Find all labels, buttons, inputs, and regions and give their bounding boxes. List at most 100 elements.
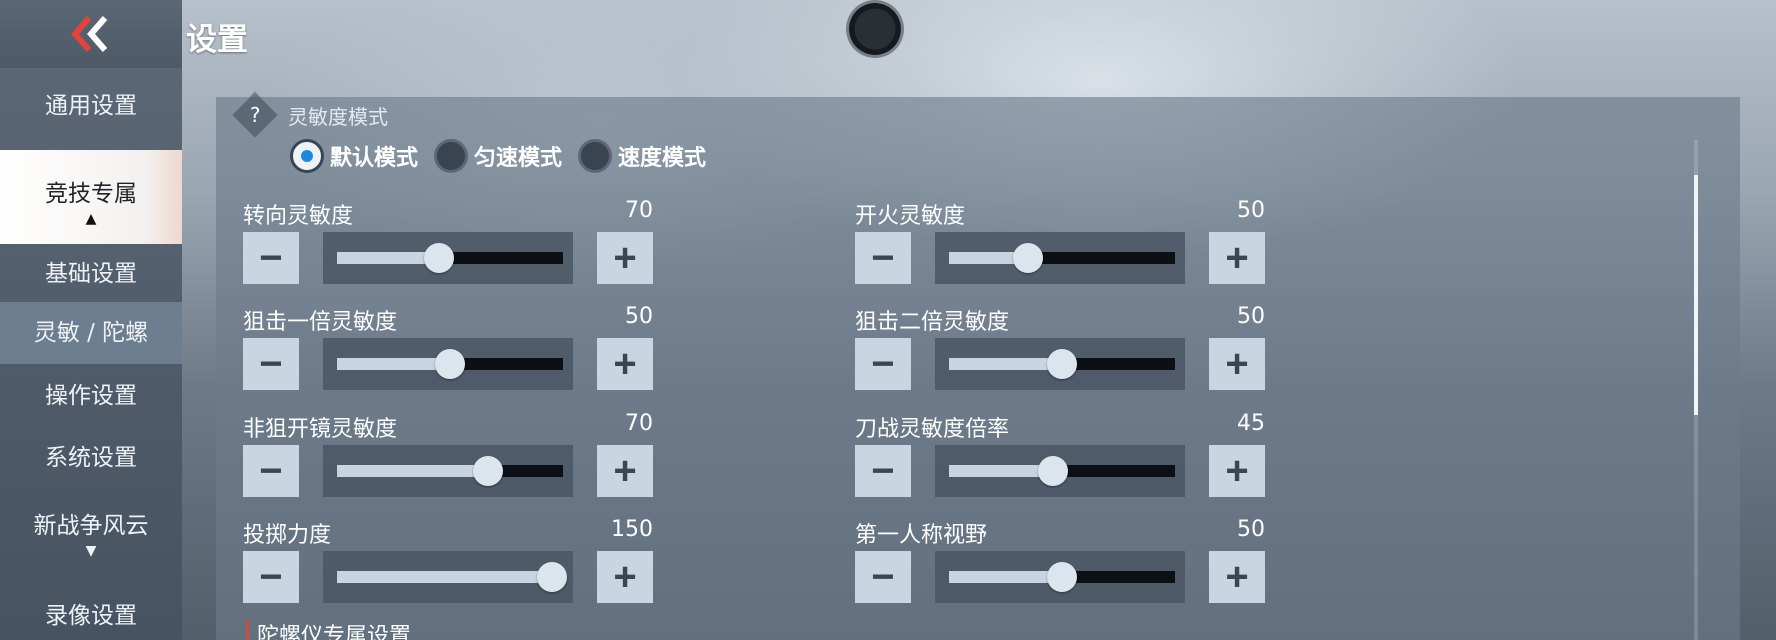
setting-throw-force: 投掷力度 150 − + bbox=[243, 517, 653, 603]
slider[interactable] bbox=[323, 551, 573, 603]
double-chevron-left-icon bbox=[71, 16, 108, 52]
radio-empty-icon bbox=[578, 139, 613, 173]
sidebar-item-label: 灵敏 / 陀螺 bbox=[33, 320, 149, 346]
sidebar-item-label: 竞技专属 bbox=[45, 181, 137, 207]
slider-thumb[interactable] bbox=[473, 456, 504, 486]
scrollbar[interactable] bbox=[1694, 140, 1698, 640]
setting-value: 70 bbox=[625, 411, 653, 436]
sensitivity-mode-title: 灵敏度模式 bbox=[288, 104, 388, 129]
decrease-button[interactable]: − bbox=[855, 338, 911, 390]
help-icon[interactable]: ? bbox=[230, 90, 280, 140]
sidebar-item-competitive[interactable]: 竞技专属 ▲ bbox=[0, 150, 182, 244]
increase-button[interactable]: + bbox=[1209, 551, 1265, 603]
slider[interactable] bbox=[323, 232, 573, 284]
setting-label: 刀战灵敏度倍率 bbox=[855, 417, 1010, 442]
sidebar: 通用设置 竞技专属 ▲ 基础设置 灵敏 / 陀螺 操作设置 系统设置 新战争风云… bbox=[0, 68, 182, 640]
increase-button[interactable]: + bbox=[1209, 338, 1265, 390]
setting-turn-sensitivity: 转向灵敏度 70 − + bbox=[243, 198, 653, 284]
setting-non-sniper-scope-sensitivity: 非狙开镜灵敏度 70 − + bbox=[243, 411, 653, 497]
slider[interactable] bbox=[935, 232, 1185, 284]
setting-value: 70 bbox=[625, 198, 653, 223]
slider-thumb[interactable] bbox=[1047, 562, 1077, 592]
mode-radio-default[interactable]: 默认模式 bbox=[290, 139, 418, 173]
scrollbar-thumb[interactable] bbox=[1694, 175, 1698, 415]
setting-label: 第一人称视野 bbox=[855, 523, 988, 548]
setting-value: 150 bbox=[611, 517, 653, 542]
sidebar-item-sensitivity-gyro[interactable]: 灵敏 / 陀螺 bbox=[0, 302, 182, 364]
slider-thumb[interactable] bbox=[1037, 456, 1068, 486]
setting-sniper-1x-sensitivity: 狙击一倍灵敏度 50 − + bbox=[243, 304, 653, 390]
setting-fire-sensitivity: 开火灵敏度 50 − + bbox=[855, 198, 1265, 284]
slider[interactable] bbox=[935, 338, 1185, 390]
page-title: 设置 bbox=[186, 22, 248, 58]
setting-first-person-fov: 第一人称视野 50 − + bbox=[855, 517, 1265, 603]
help-glyph: ? bbox=[249, 103, 261, 127]
sidebar-item-system[interactable]: 系统设置 bbox=[0, 430, 182, 486]
sidebar-item-basic[interactable]: 基础设置 bbox=[0, 248, 182, 300]
sidebar-item-label: 新战争风云 bbox=[33, 513, 149, 539]
slider[interactable] bbox=[323, 445, 573, 497]
setting-knife-sensitivity-multiplier: 刀战灵敏度倍率 45 − + bbox=[855, 411, 1265, 497]
mode-radio-uniform[interactable]: 匀速模式 bbox=[434, 139, 562, 173]
section-title-gyroscope: 陀螺仪专属设置 bbox=[246, 620, 557, 640]
slider-fill bbox=[949, 571, 1062, 583]
decrease-button[interactable]: − bbox=[855, 551, 911, 603]
setting-value: 50 bbox=[1237, 198, 1265, 223]
setting-sniper-2x-sensitivity: 狙击二倍灵敏度 50 − + bbox=[855, 304, 1265, 390]
slider[interactable] bbox=[935, 551, 1185, 603]
slider-fill bbox=[337, 571, 552, 583]
slider-thumb[interactable] bbox=[423, 243, 454, 273]
slider-thumb[interactable] bbox=[435, 349, 465, 379]
slider-thumb[interactable] bbox=[1013, 243, 1044, 273]
sidebar-item-controls[interactable]: 操作设置 bbox=[0, 368, 182, 424]
setting-label: 投掷力度 bbox=[243, 523, 332, 548]
setting-label: 转向灵敏度 bbox=[243, 204, 354, 229]
setting-label: 狙击二倍灵敏度 bbox=[855, 310, 1010, 335]
setting-value: 45 bbox=[1237, 411, 1265, 436]
setting-value: 50 bbox=[1237, 304, 1265, 329]
increase-button[interactable]: + bbox=[597, 232, 653, 284]
decrease-button[interactable]: − bbox=[243, 445, 299, 497]
sidebar-item-label: 通用设置 bbox=[45, 93, 137, 119]
sidebar-item-label: 录像设置 bbox=[45, 603, 137, 629]
sidebar-item-label: 基础设置 bbox=[45, 261, 137, 287]
slider-thumb[interactable] bbox=[536, 562, 567, 592]
mode-radio-speed[interactable]: 速度模式 bbox=[578, 139, 706, 173]
slider-fill bbox=[337, 358, 450, 370]
sidebar-item-replay[interactable]: 录像设置 bbox=[0, 592, 182, 640]
top-bar: 设置 bbox=[0, 0, 1776, 68]
setting-label: 非狙开镜灵敏度 bbox=[243, 417, 398, 442]
section-title-label: 陀螺仪专属设置 bbox=[257, 624, 412, 640]
slider[interactable] bbox=[323, 338, 573, 390]
increase-button[interactable]: + bbox=[1209, 445, 1265, 497]
sidebar-item-general[interactable]: 通用设置 bbox=[0, 80, 182, 132]
caret-down-icon: ▼ bbox=[85, 543, 97, 559]
decrease-button[interactable]: − bbox=[243, 551, 299, 603]
slider-thumb[interactable] bbox=[1047, 349, 1077, 379]
decrease-button[interactable]: − bbox=[243, 338, 299, 390]
radio-empty-icon bbox=[434, 139, 469, 173]
increase-button[interactable]: + bbox=[1209, 232, 1265, 284]
radio-label: 默认模式 bbox=[330, 146, 419, 171]
sidebar-item-label: 操作设置 bbox=[45, 383, 137, 409]
increase-button[interactable]: + bbox=[597, 551, 653, 603]
sensitivity-mode-header: ? 灵敏度模式 bbox=[230, 90, 388, 140]
radio-selected-icon bbox=[290, 139, 324, 173]
setting-label: 狙击一倍灵敏度 bbox=[243, 310, 398, 335]
slider-fill bbox=[949, 358, 1062, 370]
slider-fill bbox=[337, 465, 489, 477]
decrease-button[interactable]: − bbox=[855, 445, 911, 497]
setting-value: 50 bbox=[1237, 517, 1265, 542]
sidebar-item-new-war[interactable]: 新战争风云 ▼ bbox=[0, 506, 182, 578]
back-button[interactable] bbox=[0, 0, 182, 68]
camera-cutout bbox=[849, 3, 901, 55]
decrease-button[interactable]: − bbox=[855, 232, 911, 284]
sensitivity-mode-options: 默认模式 匀速模式 速度模式 bbox=[290, 139, 722, 173]
increase-button[interactable]: + bbox=[597, 338, 653, 390]
sidebar-item-label: 系统设置 bbox=[45, 445, 137, 471]
setting-label: 开火灵敏度 bbox=[855, 204, 966, 229]
increase-button[interactable]: + bbox=[597, 445, 653, 497]
slider[interactable] bbox=[935, 445, 1185, 497]
caret-up-icon: ▲ bbox=[85, 211, 97, 227]
decrease-button[interactable]: − bbox=[243, 232, 299, 284]
